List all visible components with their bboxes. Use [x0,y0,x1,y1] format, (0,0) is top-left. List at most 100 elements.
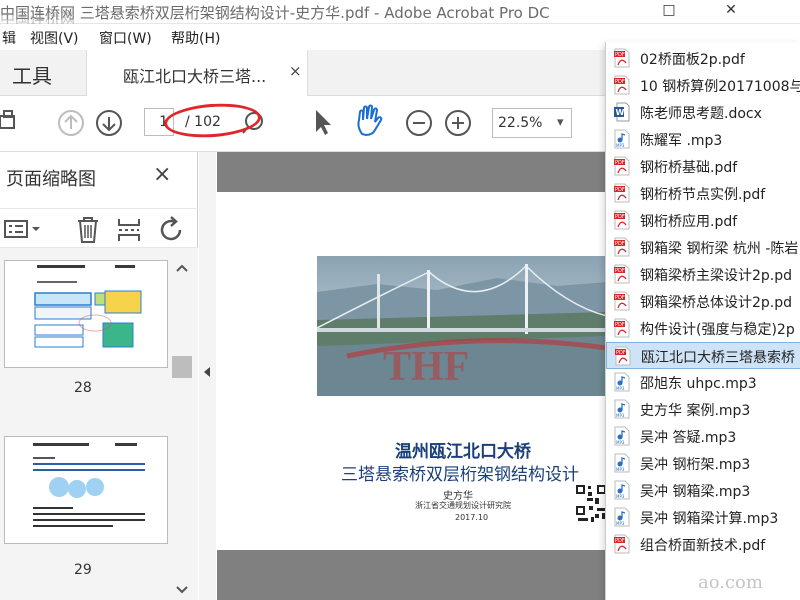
hand-tool-icon[interactable] [354,104,386,138]
menu-view[interactable]: 视图(V) [30,28,79,48]
file-list-item[interactable]: MP3 吴冲 钢箱梁.mp3 [606,477,800,504]
scroll-up-icon[interactable] [176,264,188,272]
page-thumbnail-29[interactable] [4,436,168,544]
zoom-value: 22.5% [498,115,543,131]
pdf-organization: 浙江省交通规划设计研究院 [415,501,511,510]
file-name: 史方华 案例.mp3 [640,403,751,419]
file-list-item[interactable]: PDF 10 钢桥算例20171008与 [606,72,800,99]
zoom-select[interactable]: 22.5% ▾ [492,108,572,138]
file-list-item[interactable]: MP3 吴冲 钢桁架.mp3 [606,450,800,477]
trash-icon[interactable] [75,216,101,244]
mp3-file-icon: MP3 [614,480,630,500]
file-name: 瓯江北口大桥三塔悬索桥 [641,350,795,366]
page-down-icon[interactable] [94,108,124,138]
qr-code [575,484,607,524]
pdf-page: THF 温州瓯江北口大桥 三塔悬索桥双层桁架钢结构设计 史方华 浙江省交通规划设… [217,192,607,550]
menu-help[interactable]: 帮助(H) [171,28,220,48]
thumbnail-scrollbar[interactable] [172,248,192,600]
file-name: 邵旭东 uhpc.mp3 [640,376,757,392]
collapse-panel-handle[interactable] [199,152,216,600]
file-list-item[interactable]: MP3 陈耀军 .mp3 [606,126,800,153]
page-up-icon[interactable] [56,108,86,138]
options-menu-icon[interactable] [4,219,44,241]
svg-text:MP3: MP3 [616,413,625,418]
svg-text:PDF: PDF [615,214,625,220]
file-list-item[interactable]: W 陈老师思考题.docx [606,99,800,126]
file-list-item[interactable]: MP3 史方华 案例.mp3 [606,396,800,423]
select-cursor-icon[interactable] [312,108,334,138]
panel-title: 页面缩略图 [6,169,96,190]
file-list-item[interactable]: PDF 钢箱梁 钢桁梁 杭州 -陈岩 [606,234,800,261]
file-list-item[interactable]: PDF 02桥面板2p.pdf [606,45,800,72]
file-list-item[interactable]: PDF 组合桥面新技术.pdf [606,531,800,558]
mp3-file-icon: MP3 [614,399,630,419]
pdf-file-icon: PDF [614,291,630,311]
title-bar: 中国连桥网 三塔悬索桥双层桁架钢结构设计-史方华.pdf - Adobe Acr… [0,0,800,28]
file-name: 构件设计(强度与稳定)2p [640,322,795,338]
pdf-file-icon: PDF [614,534,630,554]
page-thumbnail-28[interactable] [4,260,168,368]
file-list-item[interactable]: PDF 瓯江北口大桥三塔悬索桥 [606,342,800,369]
zoom-in-icon[interactable] [443,108,473,138]
chevron-left-icon [204,367,210,377]
panel-close-button[interactable]: × [153,162,171,187]
file-name: 钢桁桥基础.pdf [640,160,738,176]
file-name: 吴冲 答疑.mp3 [640,430,737,446]
file-list-item[interactable]: MP3 邵旭东 uhpc.mp3 [606,369,800,396]
mp3-file-icon: MP3 [614,453,630,473]
pdf-subtitle: 三塔悬索桥双层桁架钢结构设计 [341,465,579,485]
file-list-item[interactable]: PDF 钢箱梁桥总体设计2p.pd [606,288,800,315]
pdf-file-icon: PDF [614,48,630,68]
svg-text:MP3: MP3 [616,521,625,526]
menu-edit[interactable]: 辑 [2,28,16,48]
tab-document[interactable]: 瓯江北口大桥三塔... × [86,50,308,96]
file-name: 组合桥面新技术.pdf [640,538,766,554]
scroll-down-icon[interactable] [176,586,188,594]
svg-text:PDF: PDF [616,350,626,356]
svg-text:PDF: PDF [615,538,625,544]
file-name: 吴冲 钢桁架.mp3 [640,457,751,473]
svg-text:PDF: PDF [615,268,625,274]
file-list-popup: PDF 02桥面板2p.pdf PDF 10 钢桥算例20171008与 W 陈老师思考题… [605,42,800,600]
file-list-item[interactable]: PDF 钢桁桥基础.pdf [606,153,800,180]
svg-text:PDF: PDF [615,79,625,85]
docx-file-icon: W [614,102,630,122]
scroll-thumb[interactable] [172,356,192,378]
thf-stamp-text: THF [383,344,469,390]
file-name: 钢桁桥应用.pdf [640,214,738,230]
file-name: 陈耀军 .mp3 [640,133,723,149]
chevron-down-icon: ▾ [557,115,564,130]
page-number-label: 29 [74,562,92,578]
pdf-file-icon: PDF [614,156,630,176]
print-icon[interactable] [0,110,18,134]
pdf-file-icon: PDF [614,237,630,257]
file-list-item[interactable]: MP3 吴冲 钢箱梁计算.mp3 [606,504,800,531]
close-window-button[interactable]: ✕ [712,0,750,22]
svg-text:PDF: PDF [615,187,625,193]
file-list-item[interactable]: MP3 吴冲 答疑.mp3 [606,423,800,450]
svg-text:PDF: PDF [615,241,625,247]
window-title: 中国连桥网 三塔悬索桥双层桁架钢结构设计-史方华.pdf - Adobe Acr… [0,4,550,22]
mp3-file-icon: MP3 [614,426,630,446]
file-list-item[interactable]: PDF 钢桁桥应用.pdf [606,207,800,234]
zoom-out-icon[interactable] [404,108,434,138]
thumbnail-list: 28 29 [0,248,198,600]
maximize-button[interactable]: □ [650,0,688,22]
tab-close-button[interactable]: × [289,62,302,80]
extract-pages-icon[interactable] [116,217,142,243]
rotate-icon[interactable] [158,216,186,244]
file-name: 钢箱梁桥主梁设计2p.pd [640,268,793,284]
tab-document-label: 瓯江北口大桥三塔... [123,67,267,86]
pdf-date: 2017.10 [455,513,489,522]
page-number-label: 28 [74,380,92,396]
file-list-item[interactable]: PDF 构件设计(强度与稳定)2p [606,315,800,342]
tab-tools[interactable]: 工具 [0,50,86,96]
file-name: 陈老师思考题.docx [640,106,762,122]
file-list-item[interactable]: PDF 钢桁桥节点实例.pdf [606,180,800,207]
svg-text:MP3: MP3 [616,494,625,499]
watermark-bottom: ao.com [698,572,763,593]
file-name: 吴冲 钢箱梁计算.mp3 [640,511,779,527]
pdf-title: 温州瓯江北口大桥 [395,442,531,462]
file-list-item[interactable]: PDF 钢箱梁桥主梁设计2p.pd [606,261,800,288]
menu-window[interactable]: 窗口(W) [99,28,152,48]
